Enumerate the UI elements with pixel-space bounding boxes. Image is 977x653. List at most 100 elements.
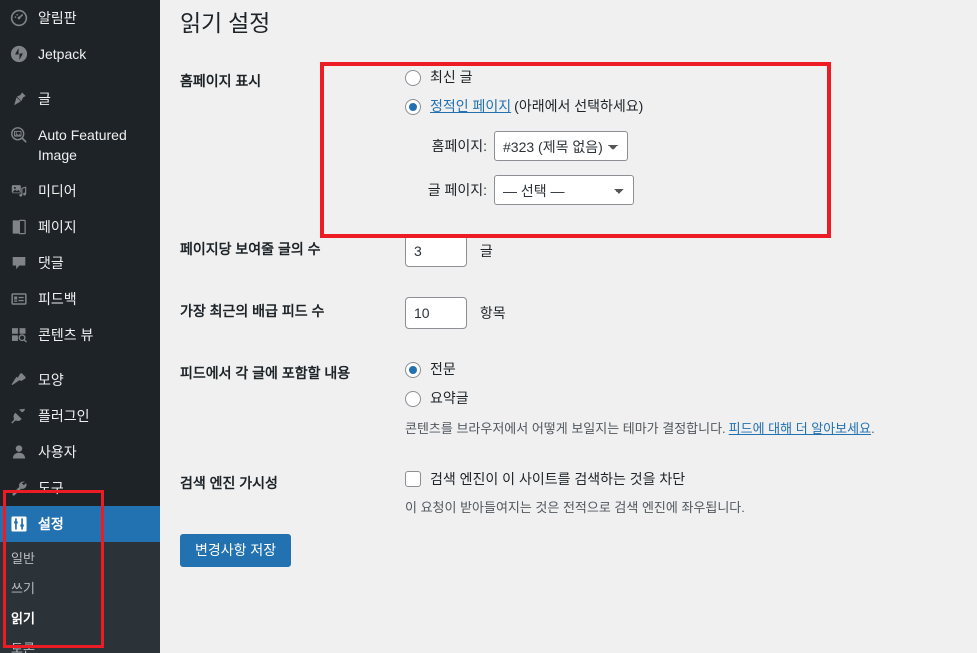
submenu-item-reading[interactable]: 읽기 (0, 604, 160, 634)
tools-wrench-icon (9, 478, 29, 498)
search-visibility-checkbox-label: 검색 엔진이 이 사이트를 검색하는 것을 차단 (430, 470, 686, 487)
submenu-item-discussion[interactable]: 토론 (0, 634, 160, 653)
search-visibility-checkbox-row[interactable]: 검색 엔진이 이 사이트를 검색하는 것을 차단 (405, 469, 967, 490)
radio-latest-posts[interactable] (405, 69, 421, 86)
sidebar-separator (0, 72, 160, 81)
media-icon (9, 181, 29, 201)
radio-full-text-row[interactable]: 전문 (405, 359, 967, 380)
pin-icon (9, 89, 29, 109)
syndication-feeds-input[interactable] (405, 297, 467, 329)
sidebar-item-label: 피드백 (38, 291, 77, 307)
pages-icon (9, 217, 29, 237)
settings-sliders-icon (9, 514, 29, 534)
search-visibility-description: 이 요청이 받아들여지는 것은 전적으로 검색 엔진에 좌우됩니다. (405, 499, 745, 515)
syndication-feeds-label: 가장 최근의 배급 피드 수 (180, 303, 325, 319)
save-changes-button[interactable]: 변경사항 저장 (180, 534, 292, 567)
radio-latest-posts-row[interactable]: 최신 글 (405, 67, 967, 88)
homepage-select-label: 홈페이지: (431, 137, 487, 154)
feed-content-label: 피드에서 각 글에 포함할 내용 (180, 365, 351, 381)
radio-summary-label: 요약글 (430, 390, 469, 406)
radio-summary-row[interactable]: 요약글 (405, 388, 967, 409)
sidebar-separator (0, 353, 160, 362)
search-visibility-checkbox[interactable] (405, 471, 421, 487)
posts-per-page-fields: 글 (405, 220, 977, 282)
submenu-item-general[interactable]: 일반 (0, 544, 160, 574)
appearance-brush-icon (9, 370, 29, 390)
sidebar-item-label: 알림판 (38, 10, 77, 26)
sidebar-item-tools[interactable]: 도구 (0, 470, 160, 506)
main-content: 읽기 설정 홈페이지 표시 최신 글 정적인 페이지 (아래에서 선택하세요) 홈… (160, 0, 977, 653)
sidebar-item-content-view[interactable]: 콘텐츠 뷰 (0, 317, 160, 353)
feed-content-fields: 전문 요약글 콘텐츠를 브라우저에서 어떻게 보일지는 테마가 결정합니다. 피드… (405, 344, 977, 454)
sidebar-item-pages[interactable]: 페이지 (0, 209, 160, 245)
feed-content-description: 콘텐츠를 브라우저에서 어떻게 보일지는 테마가 결정합니다. 피드에 대해 더 … (405, 419, 967, 439)
sidebar-item-label: Jetpack (38, 46, 87, 62)
sidebar-item-jetpack[interactable]: Jetpack (0, 36, 160, 72)
radio-static-page-row[interactable]: 정적인 페이지 (아래에서 선택하세요) (405, 96, 967, 117)
sidebar-item-auto-featured-image[interactable]: Auto Featured Image (0, 117, 160, 173)
radio-full-text-label: 전문 (430, 361, 456, 377)
static-page-suffix: (아래에서 선택하세요) (514, 98, 644, 114)
feed-description-text: 콘텐츠를 브라우저에서 어떻게 보일지는 테마가 결정합니다. (405, 421, 726, 436)
sidebar-item-label: 도구 (38, 480, 64, 496)
sidebar-item-label: 페이지 (38, 219, 77, 235)
sidebar-item-feedback[interactable]: 피드백 (0, 281, 160, 317)
row-syndication-feeds: 가장 최근의 배급 피드 수 항목 (180, 282, 977, 344)
sidebar-item-label: 사용자 (38, 444, 77, 460)
posts-page-select-label: 글 페이지: (427, 181, 487, 198)
homepage-select[interactable]: #323 (제목 없음) (494, 131, 628, 161)
plugin-plug-icon (9, 406, 29, 426)
sidebar-item-label: 콘텐츠 뷰 (38, 327, 94, 343)
sidebar-item-users[interactable]: 사용자 (0, 434, 160, 470)
posts-page-select[interactable]: — 선택 — (494, 175, 634, 205)
sidebar-item-label: 모양 (38, 372, 64, 388)
radio-static-page-label: 정적인 페이지 (아래에서 선택하세요) (430, 96, 643, 117)
submit-area: 변경사항 저장 (180, 532, 977, 567)
posts-per-page-label: 페이지당 보여줄 글의 수 (180, 241, 321, 257)
feed-learn-more-link[interactable]: 피드에 대해 더 알아보세요 (729, 421, 871, 436)
posts-per-page-input[interactable] (405, 235, 467, 267)
image-search-icon (9, 125, 29, 145)
row-homepage-display: 홈페이지 표시 최신 글 정적인 페이지 (아래에서 선택하세요) 홈페이지: #… (180, 52, 977, 220)
search-visibility-label: 검색 엔진 가시성 (180, 474, 278, 491)
feed-description-period: . (871, 421, 875, 436)
sidebar-item-label: 글 (38, 91, 51, 107)
submenu-item-writing[interactable]: 쓰기 (0, 574, 160, 604)
sidebar-item-label: 설정 (38, 516, 64, 532)
posts-page-select-row: 글 페이지: — 선택 — (405, 175, 967, 205)
comments-icon (9, 253, 29, 273)
syndication-feeds-unit: 항목 (479, 305, 506, 321)
sidebar-item-label: 플러그인 (38, 408, 90, 424)
posts-per-page-unit: 글 (479, 243, 493, 259)
sidebar-item-appearance[interactable]: 모양 (0, 362, 160, 398)
content-view-icon (9, 325, 29, 345)
reading-settings-form: 홈페이지 표시 최신 글 정적인 페이지 (아래에서 선택하세요) 홈페이지: #… (180, 52, 977, 532)
sidebar-item-label: 미디어 (38, 183, 77, 199)
sidebar-item-label: Auto Featured Image (38, 127, 127, 163)
radio-static-page[interactable] (405, 98, 421, 115)
syndication-feeds-fields: 항목 (405, 282, 977, 344)
sidebar-item-media[interactable]: 미디어 (0, 173, 160, 209)
static-page-link[interactable]: 정적인 페이지 (430, 98, 511, 114)
radio-latest-posts-label: 최신 글 (430, 69, 473, 85)
row-search-visibility: 검색 엔진 가시성 검색 엔진이 이 사이트를 검색하는 것을 차단 이 요청이… (180, 454, 977, 533)
radio-summary[interactable] (405, 390, 421, 407)
sidebar-item-label: 댓글 (38, 255, 64, 271)
search-visibility-fields: 검색 엔진이 이 사이트를 검색하는 것을 차단 이 요청이 받아들여지는 것은… (405, 454, 977, 533)
homepage-select-row: 홈페이지: #323 (제목 없음) (405, 131, 967, 161)
row-feed-content: 피드에서 각 글에 포함할 내용 전문 요약글 콘텐츠를 브라우저에서 어떻게 … (180, 344, 977, 454)
feedback-icon (9, 289, 29, 309)
sidebar-item-dashboard[interactable]: 알림판 (0, 0, 160, 36)
settings-submenu: 일반 쓰기 읽기 토론 (0, 542, 160, 653)
jetpack-icon (9, 44, 29, 64)
homepage-display-label: 홈페이지 표시 (180, 73, 262, 89)
radio-full-text[interactable] (405, 361, 421, 378)
homepage-display-fields: 최신 글 정적인 페이지 (아래에서 선택하세요) 홈페이지: #323 (제목 … (405, 52, 977, 220)
page-title: 읽기 설정 (180, 10, 271, 36)
sidebar-item-settings[interactable]: 설정 (0, 506, 168, 542)
sidebar-item-comments[interactable]: 댓글 (0, 245, 160, 281)
sidebar-item-plugins[interactable]: 플러그인 (0, 398, 160, 434)
sidebar-item-posts[interactable]: 글 (0, 81, 160, 117)
user-icon (9, 442, 29, 462)
admin-sidebar: 알림판 Jetpack 글 Auto Featured Image 미디어 페이… (0, 0, 168, 653)
